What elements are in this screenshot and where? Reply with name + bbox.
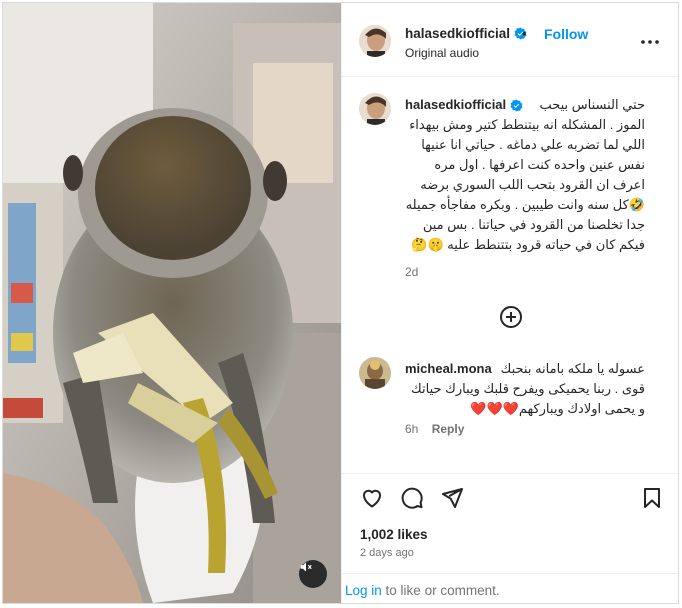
likes-count[interactable]: 1,002 likes xyxy=(360,527,428,542)
caption-text: حتي النسناس بيحب الموز . المشكله انه بيت… xyxy=(405,97,645,252)
login-suffix-text: to like or comment. xyxy=(381,583,500,598)
commenter-username[interactable]: micheal.mona xyxy=(405,359,492,379)
post-header: halasedkiofficial • Follow Original audi… xyxy=(342,3,680,77)
author-avatar[interactable] xyxy=(359,25,391,57)
share-icon[interactable] xyxy=(440,486,464,510)
author-username[interactable]: halasedkiofficial xyxy=(405,26,527,41)
bookmark-icon[interactable] xyxy=(640,486,664,510)
comment-timestamp[interactable]: 6h xyxy=(405,422,418,436)
monkey-video-frame xyxy=(3,3,341,603)
caption-username-wrap[interactable]: halasedkiofficial xyxy=(405,95,523,115)
login-prompt: Log in to like or comment. xyxy=(342,573,680,603)
heart-icon[interactable] xyxy=(360,486,384,510)
comment-meta: 6h Reply xyxy=(405,422,464,436)
post-card: halasedkiofficial • Follow Original audi… xyxy=(2,2,680,604)
author-username-text[interactable]: halasedkiofficial xyxy=(405,26,510,41)
plus-circle-icon[interactable] xyxy=(499,305,523,329)
caption-body: halasedkiofficial حتي النسناس بيحب الموز… xyxy=(405,95,645,255)
comment-icon[interactable] xyxy=(400,486,424,510)
login-link[interactable]: Log in xyxy=(345,583,382,598)
mute-button[interactable] xyxy=(299,560,327,588)
action-bar xyxy=(342,473,680,533)
comment-body: micheal.mona عسوله يا ملكه بامانه بنحبك … xyxy=(405,359,645,419)
header-separator: • xyxy=(522,26,527,41)
verified-badge-icon xyxy=(510,99,523,111)
more-horizontal-icon[interactable] xyxy=(638,32,662,52)
audio-label[interactable]: Original audio xyxy=(405,46,479,60)
caption-author-avatar[interactable] xyxy=(359,93,391,125)
caption-timestamp[interactable]: 2d xyxy=(405,265,418,279)
reply-button[interactable]: Reply xyxy=(432,422,465,436)
post-details-panel: halasedkiofficial • Follow Original audi… xyxy=(341,3,680,603)
posted-time[interactable]: 2 days ago xyxy=(360,547,414,559)
muted-speaker-icon xyxy=(300,562,312,572)
post-video[interactable] xyxy=(3,3,341,603)
caption-username[interactable]: halasedkiofficial xyxy=(405,95,506,115)
commenter-avatar[interactable] xyxy=(359,357,391,389)
follow-button[interactable]: Follow xyxy=(544,26,588,42)
